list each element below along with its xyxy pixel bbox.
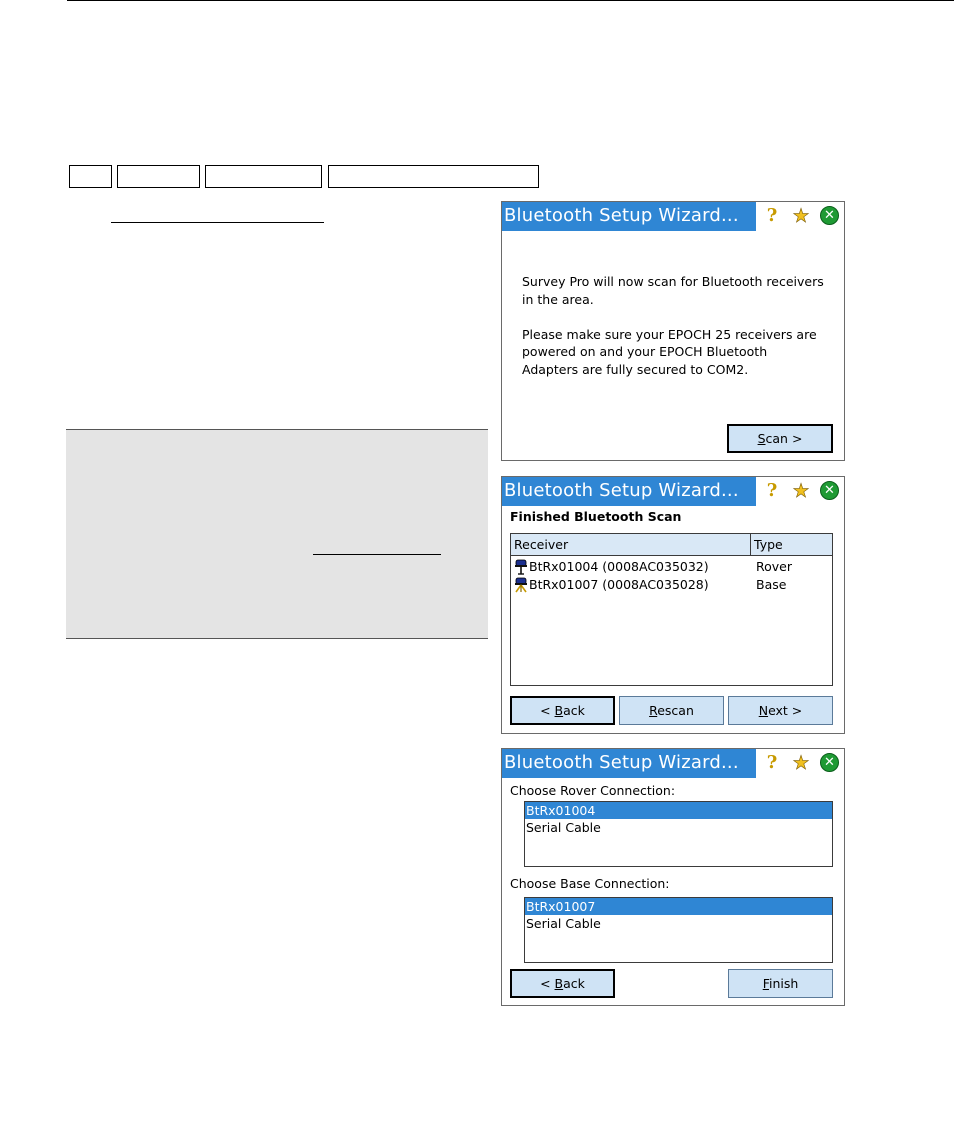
next-button[interactable]: Next > [728,696,833,725]
note-box [66,429,488,639]
scan-dialog: Bluetooth Setup Wizard... ? ★ ✕ Survey P… [501,201,845,461]
titlebar: Bluetooth Setup Wizard... ? ★ ✕ [502,477,844,506]
breadcrumb-box-1[interactable] [69,165,112,188]
rover-connection-label: Choose Rover Connection: [510,783,676,798]
close-icon[interactable]: ✕ [820,206,839,225]
scan-button[interactable]: Scan > [727,424,833,453]
link-underline[interactable] [111,222,324,223]
titlebar-icons: ? ★ ✕ [756,749,844,778]
receiver-name: BtRx01004 (0008AC035032) [529,559,709,574]
help-icon[interactable]: ? [762,481,782,501]
favorites-star-icon[interactable]: ★ [791,753,811,774]
instruction-line: Adapters are fully secured to COM2. [522,361,749,377]
receiver-list[interactable]: Receiver Type BtRx01004 (0008AC035032) R… [510,533,833,686]
finish-button[interactable]: Finish [728,969,833,998]
breadcrumb-box-2[interactable] [117,165,200,188]
connection-dialog: Bluetooth Setup Wizard... ? ★ ✕ Choose R… [501,748,845,1006]
table-row[interactable]: BtRx01004 (0008AC035032) Rover [511,558,832,576]
base-receiver-icon [515,577,527,593]
column-receiver[interactable]: Receiver [511,534,751,556]
list-item[interactable]: BtRx01007 [525,898,832,915]
list-header: Receiver Type [511,534,832,556]
base-connection-list[interactable]: BtRx01007 Serial Cable [524,897,833,963]
instruction-line: Please make sure your EPOCH 25 receivers… [522,326,817,342]
list-item[interactable]: Serial Cable [525,915,832,932]
column-type[interactable]: Type [751,534,832,556]
note-link-underline[interactable] [313,554,441,555]
instruction-line: Survey Pro will now scan for Bluetooth r… [522,274,824,289]
back-button[interactable]: < Back [510,969,615,998]
receiver-type: Rover [756,559,792,574]
titlebar-icons: ? ★ ✕ [756,202,844,231]
instruction-line: powered on and your EPOCH Bluetooth [522,344,768,359]
breadcrumb-box-3[interactable] [205,165,322,188]
scan-results-dialog: Bluetooth Setup Wizard... ? ★ ✕ Finished… [501,476,845,734]
list-item[interactable]: Serial Cable [525,819,832,836]
help-icon[interactable]: ? [762,206,782,226]
titlebar: Bluetooth Setup Wizard... ? ★ ✕ [502,202,844,231]
receiver-name: BtRx01007 (0008AC035028) [529,577,709,592]
breadcrumb-box-4[interactable] [328,165,539,188]
favorites-star-icon[interactable]: ★ [791,481,811,502]
back-button[interactable]: < Back [510,696,615,725]
instruction-line: in the area. [522,291,594,307]
rover-receiver-icon [515,559,527,575]
favorites-star-icon[interactable]: ★ [791,206,811,227]
base-connection-label: Choose Base Connection: [510,876,670,891]
rescan-button[interactable]: Rescan [619,696,724,725]
close-icon[interactable]: ✕ [820,481,839,500]
close-icon[interactable]: ✕ [820,753,839,772]
dialog-title: Bluetooth Setup Wizard... [504,480,739,501]
dialog-title: Bluetooth Setup Wizard... [504,752,739,773]
rover-connection-list[interactable]: BtRx01004 Serial Cable [524,801,833,867]
scan-instructions: Survey Pro will now scan for Bluetooth r… [522,273,824,378]
titlebar-icons: ? ★ ✕ [756,477,844,506]
titlebar: Bluetooth Setup Wizard... ? ★ ✕ [502,749,844,778]
table-row[interactable]: BtRx01007 (0008AC035028) Base [511,576,832,594]
list-item[interactable]: BtRx01004 [525,802,832,819]
top-rule [67,0,954,1]
dialog-title: Bluetooth Setup Wizard... [504,205,739,226]
help-icon[interactable]: ? [762,753,782,773]
receiver-type: Base [756,577,787,592]
scan-finished-heading: Finished Bluetooth Scan [510,509,682,524]
